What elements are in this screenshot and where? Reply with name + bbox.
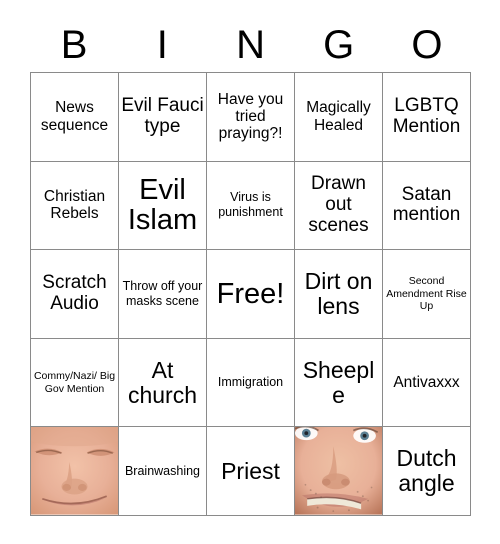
bingo-cell-label: Second Amendment Rise Up xyxy=(386,274,467,313)
bingo-cell-r4-c1[interactable]: Commy/Nazi/ Big Gov Mention xyxy=(31,338,119,428)
bingo-cell-r2-c1[interactable]: Christian Rebels xyxy=(31,161,119,251)
bingo-cell-r1-c3[interactable]: Have you tried praying?! xyxy=(207,73,295,162)
bingo-cell-r1-c2[interactable]: Evil Fauci type xyxy=(119,73,207,162)
bingo-cell-r2-c3[interactable]: Virus is punishment xyxy=(207,161,295,251)
bingo-cell-label: LGBTQ Mention xyxy=(392,94,461,137)
bingo-cell-label: Christian Rebels xyxy=(43,188,106,223)
bingo-cell-r5-c3[interactable]: Priest xyxy=(207,427,295,516)
bingo-cell-r1-c1[interactable]: News sequence xyxy=(31,73,119,162)
bingo-cell-r3-c2[interactable]: Throw off your masks scene xyxy=(119,250,207,339)
bingo-cell-r3-c5[interactable]: Second Amendment Rise Up xyxy=(383,250,471,339)
bingo-cell-r1-c4[interactable]: Magically Healed xyxy=(295,73,383,162)
bingo-cell-label: Antivaxxx xyxy=(393,373,460,391)
bingo-cell-r2-c5[interactable]: Satan mention xyxy=(383,161,471,251)
bingo-cell-label: Brainwashing xyxy=(124,463,201,478)
bingo-cell-r5-c2[interactable]: Brainwashing xyxy=(119,427,207,516)
header-letter-i: I xyxy=(156,23,168,67)
bingo-cell-label: Satan mention xyxy=(392,183,461,226)
bingo-cell-r3-c1[interactable]: Scratch Audio xyxy=(31,250,119,339)
bingo-cell-r5-c5[interactable]: Dutch angle xyxy=(383,427,471,516)
bingo-cell-label: Virus is punishment xyxy=(218,190,283,220)
bingo-cell-label: News sequence xyxy=(40,99,109,134)
bingo-grid: News sequence Evil Fauci type Have you tri… xyxy=(30,72,471,516)
bingo-cell-label: Evil Fauci type xyxy=(121,94,204,137)
bingo-cell-r4-c3[interactable]: Immigration xyxy=(207,338,295,428)
bingo-cell-label: Drawn out scenes xyxy=(308,173,369,236)
bingo-cell-label: Dutch angle xyxy=(396,445,457,497)
bingo-cell-label: Magically Healed xyxy=(306,99,371,134)
bingo-cell-label: Immigration xyxy=(217,375,284,390)
header-letter-b: B xyxy=(60,23,88,67)
bingo-cell-free-space[interactable]: Free! xyxy=(207,250,295,339)
bingo-cell-r4-c5[interactable]: Antivaxxx xyxy=(383,338,471,428)
header-letter-o: O xyxy=(411,23,443,67)
bingo-cell-r2-c2[interactable]: Evil Islam xyxy=(119,161,207,251)
bingo-header-row: B I N G O xyxy=(30,18,471,72)
bingo-cell-label: Scratch Audio xyxy=(42,272,107,314)
bingo-cell-r4-c4[interactable]: Sheeple xyxy=(295,338,383,428)
header-letter-n: N xyxy=(236,23,265,67)
bingo-cell-label: Dirt on lens xyxy=(304,268,373,319)
bingo-cell-label: Sheeple xyxy=(302,356,375,408)
bingo-cell-label: Throw off your masks scene xyxy=(122,278,203,308)
bingo-cell-r2-c4[interactable]: Drawn out scenes xyxy=(295,161,383,251)
closed-eyes-smiling-face-photo-icon xyxy=(31,427,118,515)
bingo-cell-label: Commy/Nazi/ Big Gov Mention xyxy=(33,369,116,395)
bingo-cell-label: Priest xyxy=(221,457,280,484)
free-space-label: Free! xyxy=(216,277,285,310)
bingo-cell-label: At church xyxy=(127,356,198,408)
bingo-cell-label: Evil Islam xyxy=(127,173,198,237)
header-letter-g: G xyxy=(323,23,355,67)
bingo-cell-label: Have you tried praying?! xyxy=(217,90,284,143)
bingo-card: B I N G O News sequence Evil Fauci type Ha… xyxy=(0,0,500,544)
bingo-cell-r1-c5[interactable]: LGBTQ Mention xyxy=(383,73,471,162)
bingo-cell-photo-r5-c1[interactable] xyxy=(31,427,119,516)
bingo-cell-photo-r5-c4[interactable] xyxy=(295,427,383,516)
bingo-cell-r3-c4[interactable]: Dirt on lens xyxy=(295,250,383,339)
bingo-cell-r4-c2[interactable]: At church xyxy=(119,338,207,428)
open-eyes-stubble-face-photo-icon xyxy=(295,427,382,515)
